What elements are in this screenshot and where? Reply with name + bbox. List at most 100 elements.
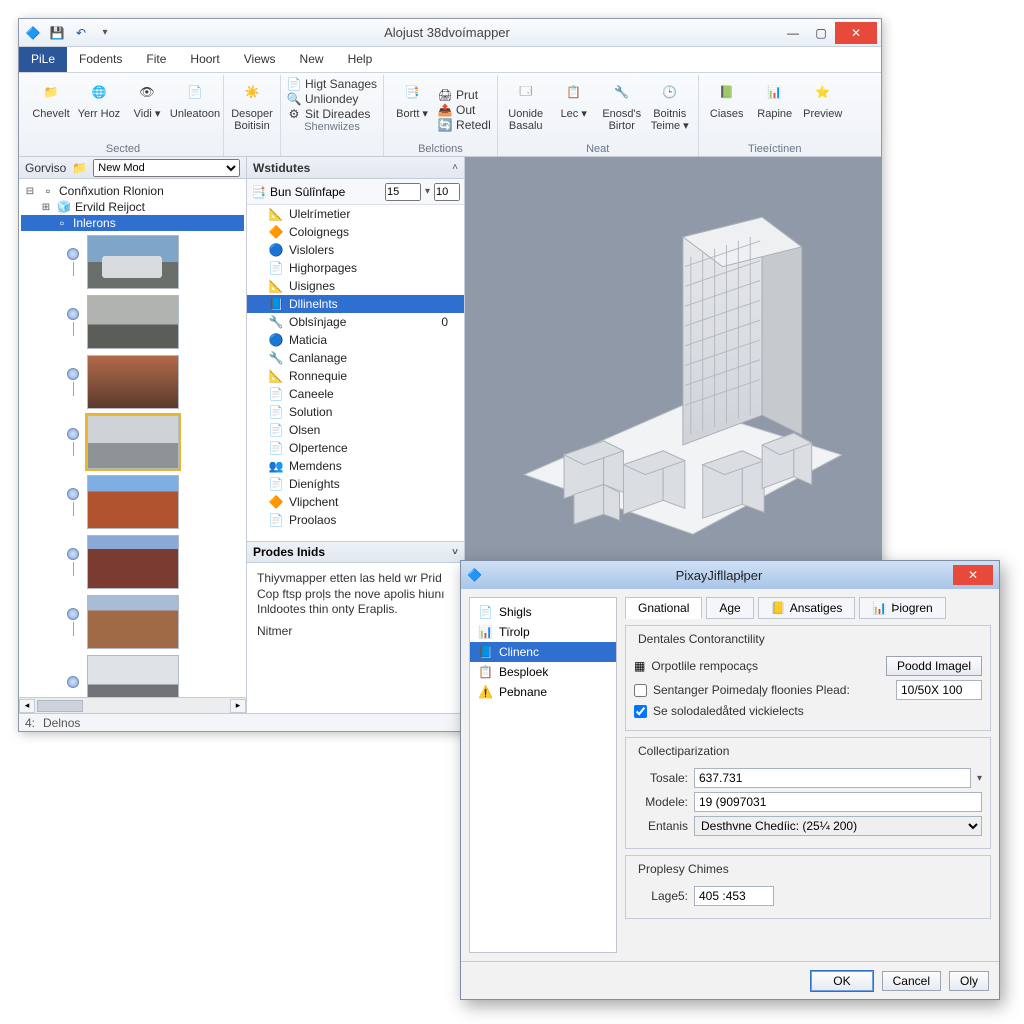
dialog-nav-item[interactable]: 📘Clinenc	[470, 642, 616, 662]
modele-input[interactable]	[694, 792, 982, 812]
ribbon-boitnis-button[interactable]: 🕒Boitnis Teime ▾	[648, 77, 692, 143]
list-item[interactable]: 📄Proolaos	[247, 511, 464, 529]
list-item[interactable]: 👥Memdens	[247, 457, 464, 475]
menu-file[interactable]: PiLe	[19, 47, 67, 72]
collapse-icon[interactable]: ˄	[452, 162, 458, 173]
list-item[interactable]: 📘Dllinelnts	[247, 295, 464, 313]
nav-dot[interactable]	[67, 676, 79, 688]
ribbon-desoper-button[interactable]: ☀️Desoper Boitisin	[230, 77, 274, 155]
minimize-button[interactable]: —	[779, 22, 807, 44]
ribbon-yerrhoz-button[interactable]: 🌐Yerr Hoz	[77, 77, 121, 143]
ribbon-vidi-button[interactable]: 👁Vidi ▾	[125, 77, 169, 143]
nav-dot[interactable]	[67, 608, 79, 620]
ribbon-unleatoon-button[interactable]: 📄Unleatoon	[173, 77, 217, 143]
list-item[interactable]: 📄Olpertence	[247, 439, 464, 457]
menu-new[interactable]: New	[288, 47, 336, 72]
qat-save-icon[interactable]: 💾	[47, 23, 67, 43]
chevron-down-icon[interactable]: ▾	[977, 773, 982, 784]
nav-dot[interactable]	[67, 488, 79, 500]
ribbon-enosds-button[interactable]: 🔧Enosd's Birtor	[600, 77, 644, 143]
ribbon-chevelt-button[interactable]: 📁Chevelt	[29, 77, 73, 143]
tab-piogren[interactable]: 📊Þiogren	[859, 597, 945, 619]
menu-fite[interactable]: Fite	[134, 47, 178, 72]
ribbon-prut[interactable]: 🖨Prut	[438, 88, 491, 102]
menu-views[interactable]: Views	[232, 47, 288, 72]
thumbnail-selected[interactable]	[87, 415, 179, 469]
expand-icon[interactable]: ⊞	[39, 200, 53, 214]
chevron-down-icon[interactable]: ˅	[452, 547, 458, 558]
tab-gnational[interactable]: Gnational	[625, 597, 702, 619]
nav-dot[interactable]	[67, 428, 79, 440]
thumbnail[interactable]	[87, 235, 179, 289]
ribbon-ciases-button[interactable]: 📗Ciases	[705, 77, 749, 143]
list-item[interactable]: 📄Caneele	[247, 385, 464, 403]
tree-row[interactable]: ⊟▫Conñxution Rlonion	[21, 183, 244, 199]
oly-button[interactable]: Oly	[949, 971, 989, 991]
chk-sentanger[interactable]	[634, 684, 647, 697]
list-item[interactable]: 🔵Vislolers	[247, 241, 464, 259]
dialog-nav-item[interactable]: 📋Besploek	[470, 662, 616, 682]
ribbon-unliondey[interactable]: 🔍Unliondey	[287, 92, 377, 106]
list-item[interactable]: 🔧Canlanage	[247, 349, 464, 367]
scroll-left-icon[interactable]: ◂	[19, 699, 35, 713]
spin-input-1[interactable]	[385, 183, 421, 201]
chevron-down-icon[interactable]: ▾	[425, 186, 430, 197]
expand-icon[interactable]: ⊟	[23, 184, 37, 198]
ribbon-bortt-button[interactable]: 📑Bortt ▾	[390, 77, 434, 143]
app-icon[interactable]: 🔷	[23, 23, 43, 43]
list-item[interactable]: 📐Ulelrímetier	[247, 205, 464, 223]
menu-hoort[interactable]: Hoort	[178, 47, 231, 72]
list-item[interactable]: 🔧Oblsînjage0	[247, 313, 464, 331]
maximize-button[interactable]: ▢	[807, 22, 835, 44]
scroll-thumb[interactable]	[37, 700, 83, 712]
cancel-button[interactable]: Cancel	[882, 971, 941, 991]
thumbnail[interactable]	[87, 355, 179, 409]
scroll-right-icon[interactable]: ▸	[230, 699, 246, 713]
qat-undo-icon[interactable]: ↶	[71, 23, 91, 43]
project-tree[interactable]: ⊟▫Conñxution Rlonion ⊞🧊Ervild Reijoct ▫I…	[19, 179, 246, 697]
list-item[interactable]: 🔶Vlipchent	[247, 493, 464, 511]
dialog-nav-item[interactable]: 📄Shigls	[470, 602, 616, 622]
ribbon-uonide-button[interactable]: 🗔Uonide Basalu	[504, 77, 548, 143]
nav-dot[interactable]	[67, 548, 79, 560]
attributes-list[interactable]: 📐Ulelrímetier🔶Coloignegs🔵Vislolers📄Higho…	[247, 205, 464, 541]
ribbon-preview-button[interactable]: ⭐Preview	[801, 77, 845, 143]
dialog-close-button[interactable]: ✕	[953, 565, 993, 585]
list-item[interactable]: 📄Dieníghts	[247, 475, 464, 493]
tab-age[interactable]: Age	[706, 597, 753, 619]
thumbnail[interactable]	[87, 295, 179, 349]
ok-button[interactable]: OK	[810, 970, 873, 992]
tool-icon[interactable]: 📑	[251, 185, 266, 199]
tree-row[interactable]: ⊞🧊Ervild Reijoct	[21, 199, 244, 215]
entanis-select[interactable]: Desthvne Chedíic: (25¼ 200)	[694, 816, 982, 836]
ribbon-sit-direades[interactable]: ⚙Sit Direades	[287, 107, 377, 121]
list-item[interactable]: 📐Ronnequie	[247, 367, 464, 385]
poodd-image-button[interactable]: Poodd Imagel	[886, 656, 982, 676]
chk-solodaledated[interactable]	[634, 705, 647, 718]
thumbnail[interactable]	[87, 655, 179, 697]
ribbon-rapine-button[interactable]: 📊Rapine	[753, 77, 797, 143]
qat-more-icon[interactable]: ▾	[95, 23, 115, 43]
list-item[interactable]: 📄Olsen	[247, 421, 464, 439]
ribbon-retedl[interactable]: 🔄Retedl	[438, 118, 491, 132]
nav-dot[interactable]	[67, 308, 79, 320]
ribbon-lec-button[interactable]: 📋Lec ▾	[552, 77, 596, 143]
thumbnail[interactable]	[87, 475, 179, 529]
nav-dot[interactable]	[67, 248, 79, 260]
lage5-input[interactable]	[694, 886, 774, 906]
list-item[interactable]: 📐Uisignes	[247, 277, 464, 295]
spin-input-2[interactable]	[434, 183, 460, 201]
menu-help[interactable]: Help	[336, 47, 385, 72]
menu-fodents[interactable]: Fodents	[67, 47, 134, 72]
list-item[interactable]: 🔵Maticia	[247, 331, 464, 349]
project-select[interactable]: New Mod	[93, 159, 240, 177]
thumbnail[interactable]	[87, 535, 179, 589]
ribbon-out[interactable]: 📤Out	[438, 103, 491, 117]
list-item[interactable]: 🔶Coloignegs	[247, 223, 464, 241]
tab-ansatiges[interactable]: 📒Ansatiges	[758, 597, 856, 619]
tree-row-selected[interactable]: ▫Inlerons	[21, 215, 244, 231]
list-item[interactable]: 📄Solution	[247, 403, 464, 421]
tosale-input[interactable]	[694, 768, 971, 788]
list-item[interactable]: 📄Highorpages	[247, 259, 464, 277]
dialog-nav-item[interactable]: 📊Tïrolp	[470, 622, 616, 642]
